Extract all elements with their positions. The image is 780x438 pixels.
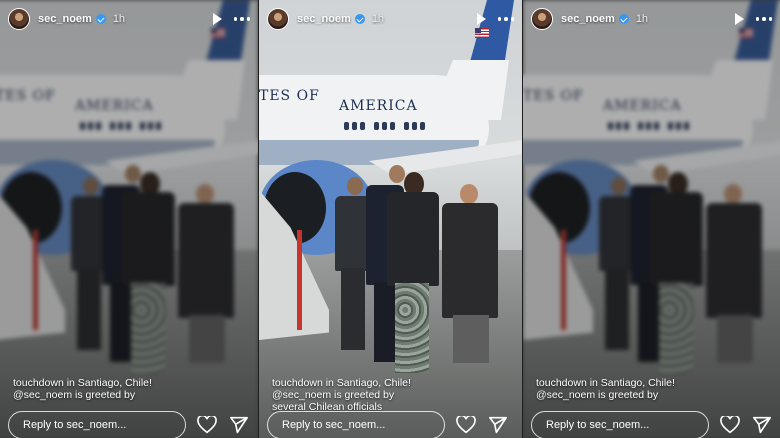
avatar[interactable] xyxy=(8,8,30,30)
more-icon[interactable] xyxy=(755,17,772,21)
more-icon[interactable] xyxy=(497,17,514,21)
story-header: sec_noem 1h xyxy=(8,8,250,30)
timestamp-right: 1h xyxy=(635,13,649,25)
verified-icon xyxy=(618,14,629,24)
caption-line-2: is greeted by xyxy=(75,389,136,401)
reply-input-main[interactable]: Reply to sec_noem... xyxy=(267,411,445,438)
play-icon[interactable] xyxy=(734,13,744,25)
story-image-blurred: TES OF AMERICA xyxy=(0,0,258,438)
story-header-main: sec_noem 1h xyxy=(267,8,514,30)
reply-input[interactable]: Reply to sec_noem... xyxy=(8,411,186,438)
avatar-main[interactable] xyxy=(267,8,289,30)
play-icon[interactable] xyxy=(212,13,222,25)
verified-icon xyxy=(95,14,106,24)
verified-icon xyxy=(354,14,365,24)
story-header-right: sec_noem 1h xyxy=(531,8,772,30)
caption-line-1: touchdown in Santiago, Chile! xyxy=(536,377,675,389)
send-icon[interactable] xyxy=(229,416,249,434)
caption: touchdown in Santiago, Chile! @sec_noem … xyxy=(13,377,152,401)
story-image: TES OF AMERICA xyxy=(259,0,522,438)
send-icon[interactable] xyxy=(488,416,508,434)
story-panel-right: TES OF AMERICA sec_noem 1h touchdown in … xyxy=(523,0,780,438)
timestamp: 1h xyxy=(112,13,126,25)
caption-right: touchdown in Santiago, Chile! @sec_noem … xyxy=(536,377,675,401)
username-right[interactable]: sec_noem xyxy=(561,13,615,25)
mention-link[interactable]: @sec_noem xyxy=(13,389,72,401)
fuselage-text-1: TES OF xyxy=(259,88,320,104)
fuselage-text-2: AMERICA xyxy=(603,98,682,114)
heart-icon[interactable] xyxy=(197,416,217,434)
caption-main: touchdown in Santiago, Chile! @sec_noem … xyxy=(272,377,411,413)
reply-input-right[interactable]: Reply to sec_noem... xyxy=(531,411,709,438)
heart-icon[interactable] xyxy=(456,416,476,434)
story-panel-main: TES OF AMERICA sec_noem 1h touchdown in … xyxy=(259,0,522,438)
mention-link[interactable]: @sec_noem xyxy=(272,389,331,401)
fuselage-text-1: TES OF xyxy=(0,88,56,104)
story-panel-left: TES OF AMERICA sec_noem 1h touchdown in … xyxy=(0,0,258,438)
fuselage-text-2: AMERICA xyxy=(75,98,154,114)
timestamp-main: 1h xyxy=(371,13,385,25)
heart-icon[interactable] xyxy=(720,416,740,434)
avatar-right[interactable] xyxy=(531,8,553,30)
fuselage-text-1: TES OF xyxy=(523,88,584,104)
story-image-blurred: TES OF AMERICA xyxy=(523,0,780,438)
username[interactable]: sec_noem xyxy=(38,13,92,25)
more-icon[interactable] xyxy=(233,17,250,21)
mention-link[interactable]: @sec_noem xyxy=(536,389,595,401)
caption-line-2: is greeted by xyxy=(334,389,395,401)
caption-line-2: is greeted by xyxy=(598,389,659,401)
send-icon[interactable] xyxy=(752,416,772,434)
fuselage-text-2: AMERICA xyxy=(339,98,418,114)
caption-line-1: touchdown in Santiago, Chile! xyxy=(13,377,152,389)
username-main[interactable]: sec_noem xyxy=(297,13,351,25)
play-icon[interactable] xyxy=(476,13,486,25)
caption-line-1: touchdown in Santiago, Chile! xyxy=(272,377,411,389)
